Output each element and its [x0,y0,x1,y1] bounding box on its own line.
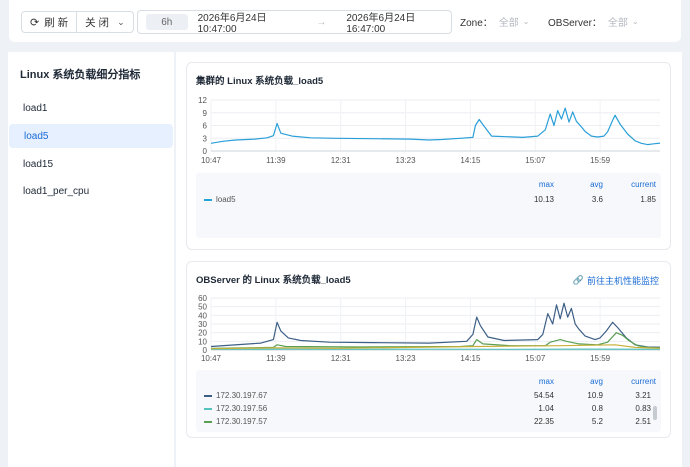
series-swatch [204,421,212,423]
sidebar-item-label: load5 [24,130,49,142]
y-tick-label: 20 [198,329,207,338]
auto-refresh-value: 关 闭 [85,16,110,29]
y-tick-label: 0 [203,147,208,156]
x-tick-label: 10:47 [201,354,222,363]
chevron-down-icon: ⌄ [117,16,125,27]
x-tick-label: 15:07 [525,354,546,363]
x-tick-label: 15:59 [590,156,611,165]
time-range-picker[interactable]: 6h 2026年6月24日 10:47:00 → 2026年6月24日 16:4… [137,9,452,35]
time-span-select[interactable]: 6h [146,14,188,30]
series-current: 2.51 [635,417,651,426]
cluster-load5-chart: 0 3 6 9 12 10:47 11:39 12:31 13:23 14:15 15:07 15:5… [198,96,661,165]
series-line[interactable] [210,107,661,146]
y-tick-label: 12 [198,96,207,105]
y-tick-label: 10 [198,337,207,346]
series-max: 1.04 [538,404,554,413]
y-tick-label: 30 [198,320,207,329]
series-name: load5 [216,195,236,204]
x-tick-label: 13:23 [396,156,417,165]
legend-scrollbar[interactable] [653,406,657,420]
end-time[interactable]: 2026年6月24日 16:47:00 [346,9,451,35]
series-avg: 0.8 [591,404,603,413]
sidebar-item-label: load15 [23,158,54,170]
legend-header-max: max [538,377,554,386]
toolbar: ⟳ 刷 新 关 闭 ⌄ 6h 2026年6月24日 10:47:00 → 202… [9,0,681,42]
series-current: 3.21 [635,391,651,400]
series-max: 10.13 [533,195,554,204]
x-tick-label: 12:31 [331,156,352,165]
cluster-load5-card: 集群的 Linux 系统负载_load5 0 3 6 9 12 10:47 11:39 12:… [186,62,671,250]
refresh-icon: ⟳ [30,16,40,29]
sidebar-item-load1[interactable]: load1 [8,96,172,120]
series-current: 1.85 [640,195,656,204]
x-tick-label: 13:23 [396,354,417,363]
observer-load5-chart: 010203040506010:47 11:39 12:31 13:23 14:15 15… [198,294,661,363]
observer-load5-card: OBServer 的 Linux 系统负载_load5 🔗 前往主机性能监控 0… [186,261,671,438]
legend-header-avg: avg [590,180,603,189]
sidebar-item-label: load1_per_cpu [23,185,90,197]
observer-label: OBServer： [548,18,602,29]
legend-row[interactable]: 172.30.197.56 1.04 0.8 0.83 [196,403,661,416]
chart-legend: max avg current load5 10.13 3.6 1.85 [196,173,661,238]
metrics-sidebar: Linux 系统负载细分指标 load1 load5 load15 load1_… [8,52,174,467]
sidebar-item-load5[interactable]: load5 [9,124,173,148]
refresh-button[interactable]: ⟳ 刷 新 [22,12,76,32]
sidebar-item-label: load1 [23,102,48,114]
x-tick-label: 14:15 [460,354,481,363]
x-tick-label: 14:15 [460,156,481,165]
sidebar-item-load1-per-cpu[interactable]: load1_per_cpu [8,179,172,203]
series-avg: 10.9 [587,391,603,400]
series-name: 172.30.197.56 [216,404,268,413]
chart-legend: max avg current 172.30.197.67 54.54 10.9… [196,370,661,432]
legend-row[interactable]: 172.30.197.67 54.54 10.9 3.21 [196,390,661,403]
refresh-label: 刷 新 [44,16,69,29]
series-line[interactable] [210,302,661,348]
y-tick-label: 50 [198,303,207,312]
zone-value: 全部 [498,18,519,29]
legend-header-current: current [631,180,656,189]
series-name: 172.30.197.67 [216,391,268,400]
legend-header-max: max [538,180,554,189]
series-swatch [204,408,212,410]
chevron-down-icon: ⌄ [522,17,530,26]
x-tick-label: 10:47 [201,156,222,165]
y-tick-label: 3 [203,134,208,143]
sidebar-item-load15[interactable]: load15 [8,152,172,176]
series-swatch [204,199,212,201]
main-panel: 集群的 Linux 系统负载_load5 0 3 6 9 12 10:47 11:39 12:… [176,52,682,467]
y-tick-label: 6 [203,122,208,131]
series-max: 54.54 [533,391,554,400]
observer-filter[interactable]: OBServer： 全部 ⌄ [548,14,639,29]
series-swatch [204,395,212,397]
series-name: 172.30.197.57 [216,417,268,426]
x-tick-label: 12:31 [331,354,352,363]
x-tick-label: 11:39 [266,156,286,165]
chevron-down-icon: ⌄ [631,17,639,26]
series-max: 22.35 [533,417,554,426]
legend-row[interactable]: load5 10.13 3.6 1.85 [196,194,661,207]
x-tick-label: 15:07 [525,156,546,165]
sidebar-title: Linux 系统负载细分指标 [20,69,141,81]
series-current: 0.83 [635,404,651,413]
x-tick-label: 15:59 [590,354,611,363]
legend-row[interactable]: 172.30.197.57 22.35 5.2 2.51 [196,416,661,429]
refresh-button-group: ⟳ 刷 新 关 闭 ⌄ [21,11,134,33]
legend-header-current: current [631,377,656,386]
auto-refresh-select[interactable]: 关 闭 ⌄ [76,12,132,32]
series-avg: 3.6 [591,195,603,204]
observer-value: 全部 [607,18,628,29]
y-tick-label: 9 [203,109,208,118]
range-arrow-icon: → [316,16,327,28]
zone-filter[interactable]: Zone： 全部 ⌄ [460,14,530,29]
start-time[interactable]: 2026年6月24日 10:47:00 [198,9,303,35]
series-line[interactable] [210,332,661,349]
series-avg: 5.2 [591,417,603,426]
x-tick-label: 11:39 [266,354,286,363]
legend-header-avg: avg [590,377,603,386]
y-tick-label: 40 [198,311,207,320]
y-tick-label: 60 [198,294,207,303]
zone-label: Zone： [460,18,493,29]
